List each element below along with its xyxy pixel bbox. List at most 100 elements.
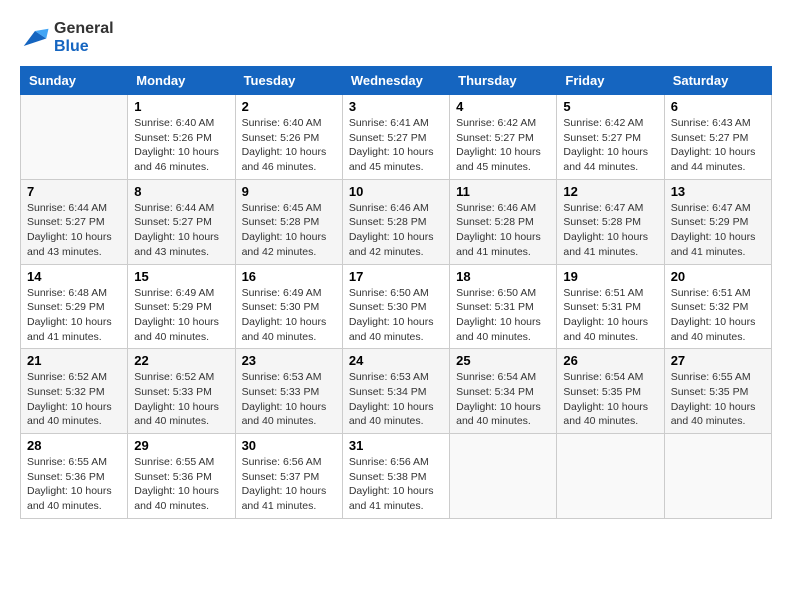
calendar-week-row: 1 Sunrise: 6:40 AM Sunset: 5:26 PM Daylig… <box>21 95 772 180</box>
day-info: Sunrise: 6:53 AM Sunset: 5:33 PM Dayligh… <box>242 370 336 429</box>
day-info: Sunrise: 6:50 AM Sunset: 5:31 PM Dayligh… <box>456 286 550 345</box>
day-number: 13 <box>671 184 765 199</box>
day-number: 14 <box>27 269 121 284</box>
calendar-cell <box>21 95 128 180</box>
calendar-cell: 14 Sunrise: 6:48 AM Sunset: 5:29 PM Dayli… <box>21 264 128 349</box>
calendar-week-row: 28 Sunrise: 6:55 AM Sunset: 5:36 PM Dayli… <box>21 434 772 519</box>
calendar-cell: 31 Sunrise: 6:56 AM Sunset: 5:38 PM Dayli… <box>342 434 449 519</box>
logo: General Blue <box>20 20 114 56</box>
day-of-week-header: Sunday <box>21 67 128 95</box>
calendar-cell: 5 Sunrise: 6:42 AM Sunset: 5:27 PM Daylig… <box>557 95 664 180</box>
day-number: 27 <box>671 353 765 368</box>
day-number: 17 <box>349 269 443 284</box>
logo-text: General Blue <box>54 20 114 56</box>
calendar-cell: 11 Sunrise: 6:46 AM Sunset: 5:28 PM Dayli… <box>450 179 557 264</box>
day-of-week-header: Monday <box>128 67 235 95</box>
calendar-cell: 16 Sunrise: 6:49 AM Sunset: 5:30 PM Dayli… <box>235 264 342 349</box>
day-info: Sunrise: 6:41 AM Sunset: 5:27 PM Dayligh… <box>349 116 443 175</box>
calendar-cell <box>557 434 664 519</box>
header: General Blue <box>20 20 772 56</box>
day-number: 7 <box>27 184 121 199</box>
day-number: 6 <box>671 99 765 114</box>
day-of-week-header: Friday <box>557 67 664 95</box>
calendar-cell: 30Sunrise: 6:56 AM Sunset: 5:37 PM Dayli… <box>235 434 342 519</box>
day-number: 2 <box>242 99 336 114</box>
calendar-header-row: SundayMondayTuesdayWednesdayThursdayFrid… <box>21 67 772 95</box>
day-number: 20 <box>671 269 765 284</box>
calendar-body: 1 Sunrise: 6:40 AM Sunset: 5:26 PM Daylig… <box>21 95 772 519</box>
day-info: Sunrise: 6:55 AM Sunset: 5:36 PM Dayligh… <box>134 455 228 514</box>
day-info: Sunrise: 6:55 AM Sunset: 5:36 PM Dayligh… <box>27 455 121 514</box>
day-number: 16 <box>242 269 336 284</box>
calendar-cell: 20 Sunrise: 6:51 AM Sunset: 5:32 PM Dayli… <box>664 264 771 349</box>
day-number: 8 <box>134 184 228 199</box>
calendar-cell: 25Sunrise: 6:54 AM Sunset: 5:34 PM Dayli… <box>450 349 557 434</box>
calendar-cell: 21 Sunrise: 6:52 AM Sunset: 5:32 PM Dayli… <box>21 349 128 434</box>
calendar-cell: 29 Sunrise: 6:55 AM Sunset: 5:36 PM Dayli… <box>128 434 235 519</box>
day-info: Sunrise: 6:53 AM Sunset: 5:34 PM Dayligh… <box>349 370 443 429</box>
calendar-week-row: 14 Sunrise: 6:48 AM Sunset: 5:29 PM Dayli… <box>21 264 772 349</box>
calendar-cell: 10Sunrise: 6:46 AM Sunset: 5:28 PM Dayli… <box>342 179 449 264</box>
day-info: Sunrise: 6:42 AM Sunset: 5:27 PM Dayligh… <box>456 116 550 175</box>
day-number: 26 <box>563 353 657 368</box>
calendar-cell: 19Sunrise: 6:51 AM Sunset: 5:31 PM Dayli… <box>557 264 664 349</box>
calendar-cell: 1 Sunrise: 6:40 AM Sunset: 5:26 PM Daylig… <box>128 95 235 180</box>
day-info: Sunrise: 6:49 AM Sunset: 5:30 PM Dayligh… <box>242 286 336 345</box>
day-number: 4 <box>456 99 550 114</box>
day-info: Sunrise: 6:40 AM Sunset: 5:26 PM Dayligh… <box>134 116 228 175</box>
day-number: 21 <box>27 353 121 368</box>
day-info: Sunrise: 6:55 AM Sunset: 5:35 PM Dayligh… <box>671 370 765 429</box>
day-number: 10 <box>349 184 443 199</box>
day-info: Sunrise: 6:54 AM Sunset: 5:35 PM Dayligh… <box>563 370 657 429</box>
day-number: 18 <box>456 269 550 284</box>
calendar-cell: 23 Sunrise: 6:53 AM Sunset: 5:33 PM Dayli… <box>235 349 342 434</box>
day-number: 23 <box>242 353 336 368</box>
day-info: Sunrise: 6:43 AM Sunset: 5:27 PM Dayligh… <box>671 116 765 175</box>
day-info: Sunrise: 6:52 AM Sunset: 5:33 PM Dayligh… <box>134 370 228 429</box>
calendar-table: SundayMondayTuesdayWednesdayThursdayFrid… <box>20 66 772 519</box>
day-number: 24 <box>349 353 443 368</box>
day-info: Sunrise: 6:51 AM Sunset: 5:32 PM Dayligh… <box>671 286 765 345</box>
calendar-cell: 6 Sunrise: 6:43 AM Sunset: 5:27 PM Daylig… <box>664 95 771 180</box>
day-info: Sunrise: 6:44 AM Sunset: 5:27 PM Dayligh… <box>134 201 228 260</box>
day-info: Sunrise: 6:44 AM Sunset: 5:27 PM Dayligh… <box>27 201 121 260</box>
calendar-week-row: 7 Sunrise: 6:44 AM Sunset: 5:27 PM Daylig… <box>21 179 772 264</box>
calendar-week-row: 21 Sunrise: 6:52 AM Sunset: 5:32 PM Dayli… <box>21 349 772 434</box>
calendar-cell: 15 Sunrise: 6:49 AM Sunset: 5:29 PM Dayli… <box>128 264 235 349</box>
calendar-cell: 24 Sunrise: 6:53 AM Sunset: 5:34 PM Dayli… <box>342 349 449 434</box>
day-info: Sunrise: 6:52 AM Sunset: 5:32 PM Dayligh… <box>27 370 121 429</box>
day-info: Sunrise: 6:56 AM Sunset: 5:38 PM Dayligh… <box>349 455 443 514</box>
day-info: Sunrise: 6:49 AM Sunset: 5:29 PM Dayligh… <box>134 286 228 345</box>
calendar-cell: 3 Sunrise: 6:41 AM Sunset: 5:27 PM Daylig… <box>342 95 449 180</box>
day-number: 28 <box>27 438 121 453</box>
calendar-cell: 2 Sunrise: 6:40 AM Sunset: 5:26 PM Daylig… <box>235 95 342 180</box>
calendar-cell: 13Sunrise: 6:47 AM Sunset: 5:29 PM Dayli… <box>664 179 771 264</box>
day-info: Sunrise: 6:47 AM Sunset: 5:28 PM Dayligh… <box>563 201 657 260</box>
day-info: Sunrise: 6:42 AM Sunset: 5:27 PM Dayligh… <box>563 116 657 175</box>
calendar-cell: 17 Sunrise: 6:50 AM Sunset: 5:30 PM Dayli… <box>342 264 449 349</box>
day-info: Sunrise: 6:51 AM Sunset: 5:31 PM Dayligh… <box>563 286 657 345</box>
day-info: Sunrise: 6:48 AM Sunset: 5:29 PM Dayligh… <box>27 286 121 345</box>
day-info: Sunrise: 6:46 AM Sunset: 5:28 PM Dayligh… <box>456 201 550 260</box>
day-of-week-header: Wednesday <box>342 67 449 95</box>
day-info: Sunrise: 6:40 AM Sunset: 5:26 PM Dayligh… <box>242 116 336 175</box>
day-number: 3 <box>349 99 443 114</box>
calendar-cell: 7 Sunrise: 6:44 AM Sunset: 5:27 PM Daylig… <box>21 179 128 264</box>
day-number: 25 <box>456 353 550 368</box>
day-number: 5 <box>563 99 657 114</box>
day-of-week-header: Tuesday <box>235 67 342 95</box>
day-number: 1 <box>134 99 228 114</box>
day-number: 31 <box>349 438 443 453</box>
calendar-cell: 28 Sunrise: 6:55 AM Sunset: 5:36 PM Dayli… <box>21 434 128 519</box>
day-number: 11 <box>456 184 550 199</box>
calendar-cell: 8 Sunrise: 6:44 AM Sunset: 5:27 PM Daylig… <box>128 179 235 264</box>
day-number: 15 <box>134 269 228 284</box>
calendar-cell: 27 Sunrise: 6:55 AM Sunset: 5:35 PM Dayli… <box>664 349 771 434</box>
day-number: 22 <box>134 353 228 368</box>
calendar-cell: 9Sunrise: 6:45 AM Sunset: 5:28 PM Daylig… <box>235 179 342 264</box>
day-info: Sunrise: 6:50 AM Sunset: 5:30 PM Dayligh… <box>349 286 443 345</box>
day-number: 12 <box>563 184 657 199</box>
day-number: 29 <box>134 438 228 453</box>
calendar-cell: 18 Sunrise: 6:50 AM Sunset: 5:31 PM Dayli… <box>450 264 557 349</box>
calendar-cell <box>664 434 771 519</box>
